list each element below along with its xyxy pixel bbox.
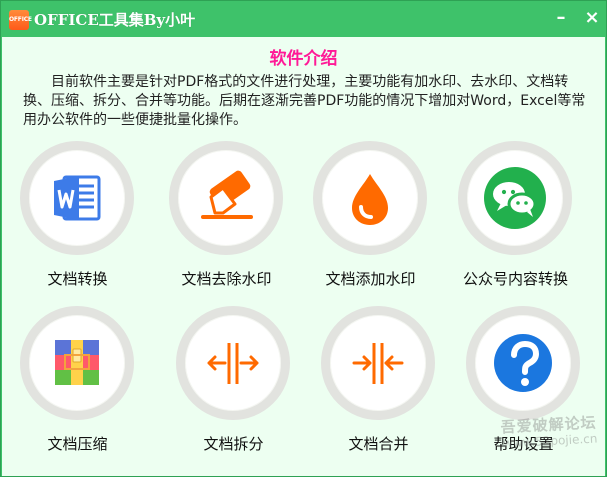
tool-icon-circle (20, 141, 134, 255)
wechat-icon (484, 167, 546, 229)
minimize-button[interactable]: – (549, 6, 573, 30)
tool-label: 文档去除水印 (181, 270, 272, 288)
intro-text: 目前软件主要是针对PDF格式的文件进行处理，主要功能有加水印、去水印、文档转换、… (23, 74, 586, 128)
split-icon (207, 343, 259, 384)
tool-label: 帮助设置 (493, 435, 554, 453)
tool-label: 文档拆分 (203, 435, 264, 453)
tool-label: 文档转换 (47, 270, 108, 288)
eraser-icon (201, 170, 253, 219)
tool-icon-circle (458, 141, 572, 255)
tool-document-convert[interactable]: 文档转换 (5, 141, 150, 301)
tool-label: 文档合并 (348, 435, 409, 453)
tool-icon-circle (20, 306, 134, 420)
help-question-icon (494, 334, 552, 392)
tool-icon-circle (313, 141, 427, 255)
archive-icon (55, 340, 99, 385)
tool-split[interactable]: 文档拆分 (161, 306, 306, 466)
tool-label: 文档添加水印 (325, 270, 416, 288)
tool-label: 文档压缩 (47, 435, 108, 453)
title-bar[interactable]: OFFICE OFFICE工具集By小叶 – × (1, 1, 606, 37)
close-button[interactable]: × (580, 6, 604, 30)
word-document-icon (54, 175, 101, 221)
tool-label: 公众号内容转换 (462, 270, 568, 288)
tool-add-watermark[interactable]: 文档添加水印 (298, 141, 443, 301)
office-app-icon: OFFICE (9, 10, 32, 30)
tool-icon-circle (176, 306, 290, 420)
tool-icon-circle (466, 306, 580, 420)
tool-help-settings[interactable]: 帮助设置 (451, 306, 596, 466)
tool-compress[interactable]: 文档压缩 (5, 306, 150, 466)
intro-heading: 软件介绍 (269, 49, 338, 69)
tool-merge[interactable]: 文档合并 (306, 306, 451, 466)
main-panel: 软件介绍 目前软件主要是针对PDF格式的文件进行处理，主要功能有加水印、去水印、… (2, 37, 605, 476)
window-title: OFFICE工具集By小叶 (34, 11, 196, 29)
tool-icon-circle (321, 306, 435, 420)
app-window: OFFICE OFFICE工具集By小叶 – × 软件介绍 目前软件主要是针对P… (0, 0, 607, 477)
tool-remove-watermark[interactable]: 文档去除水印 (154, 141, 299, 301)
tool-wechat-convert[interactable]: 公众号内容转换 (443, 141, 588, 301)
water-drop-icon (352, 174, 388, 225)
tool-icon-circle (169, 141, 283, 255)
merge-icon (352, 343, 404, 384)
